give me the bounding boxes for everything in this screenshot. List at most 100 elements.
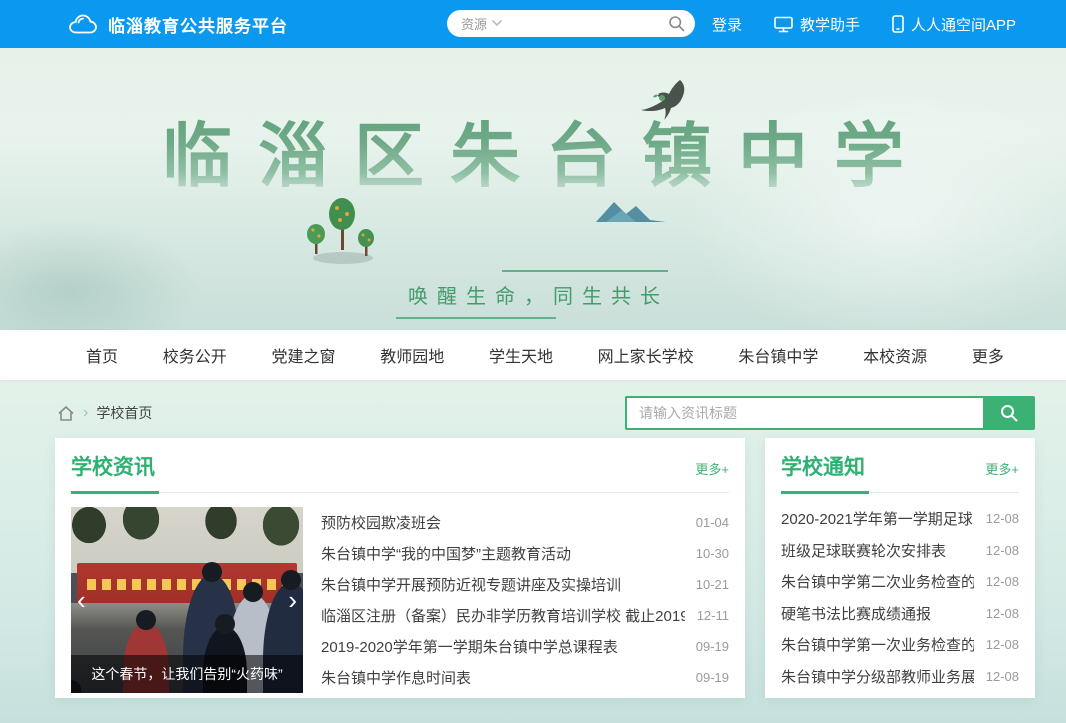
home-icon[interactable] (57, 405, 75, 422)
monitor-icon (774, 16, 793, 33)
notice-item-date: 12-08 (986, 543, 1019, 558)
breadcrumb-current[interactable]: 学校首页 (96, 403, 152, 423)
nav-item[interactable]: 网上家长学校 (598, 343, 694, 367)
news-panel-body: ‹ › 这个春节，让我们告别“火药味” 预防校园欺凌班会 01-04 (71, 507, 729, 693)
news-panel-title: 学校资讯 (71, 451, 155, 481)
news-item[interactable]: 朱台镇中学开展预防近视专题讲座及实操培训 10-21 (321, 569, 729, 600)
news-item-title: 朱台镇中学开展预防近视专题讲座及实操培训 (321, 574, 684, 595)
news-item-date: 01-04 (696, 515, 729, 530)
teaching-assistant-link[interactable]: 教学助手 (774, 14, 860, 35)
brand-logo[interactable]: 临淄教育公共服务平台 (68, 0, 288, 48)
nav-item[interactable]: 学生天地 (489, 343, 553, 367)
renrentong-app-label: 人人通空间APP (911, 14, 1016, 35)
news-item-date: 09-19 (696, 670, 729, 685)
mountains-illustration (596, 198, 666, 224)
notice-item-title: 朱台镇中学第一次业务检查的 (781, 634, 974, 655)
news-panel: 学校资讯 更多+ (55, 438, 745, 698)
notice-panel-divider (781, 492, 1019, 493)
notice-item-date: 12-08 (986, 669, 1019, 684)
nav-item[interactable]: 本校资源 (863, 343, 927, 367)
teaching-assistant-label: 教学助手 (800, 14, 860, 35)
news-item[interactable]: 临淄区注册（备案）民办非学历教育培训学校 截止2019 12-11 (321, 600, 729, 631)
search-category-dropdown[interactable]: 资源 (461, 14, 502, 33)
news-search-input[interactable] (625, 396, 983, 430)
notice-item-date: 12-08 (986, 511, 1019, 526)
notice-item[interactable]: 2020-2021学年第一学期足球 12-08 (781, 503, 1019, 535)
cloud-logo-icon (68, 14, 98, 35)
notice-item-title: 班级足球联赛轮次安排表 (781, 540, 974, 561)
nav-item[interactable]: 首页 (86, 343, 118, 367)
news-item-title: 朱台镇中学“我的中国梦”主题教育活动 (321, 543, 684, 564)
breadcrumb-chevron-icon: › (83, 405, 88, 421)
notice-item-title: 朱台镇中学第二次业务检查的 (781, 571, 974, 592)
news-item[interactable]: 2019-2020学年第一学期朱台镇中学总课程表 09-19 (321, 631, 729, 662)
topbar: 临淄教育公共服务平台 资源 登录 (0, 0, 1066, 48)
carousel-caption: 这个春节，让我们告别“火药味” (71, 655, 303, 693)
notice-item-date: 12-08 (986, 606, 1019, 621)
notice-item-title: 硬笔书法比赛成绩通报 (781, 603, 974, 624)
school-name-title: 临淄区朱台镇中学 (0, 100, 1066, 201)
news-more-link[interactable]: 更多+ (695, 459, 729, 478)
notice-panel: 学校通知 更多+ 2020-2021学年第一学期足球 12-08 班级足球联赛轮… (765, 438, 1035, 698)
slogan-top-line (502, 270, 668, 272)
notice-item[interactable]: 朱台镇中学分级部教师业务展 12-08 (781, 661, 1019, 693)
trees-illustration (303, 196, 383, 268)
brand-title: 临淄教育公共服务平台 (108, 12, 288, 37)
notice-item-date: 12-08 (986, 574, 1019, 589)
news-item-title: 临淄区注册（备案）民办非学历教育培训学校 截止2019 (321, 605, 685, 626)
notice-item[interactable]: 朱台镇中学第二次业务检查的 12-08 (781, 566, 1019, 598)
news-item[interactable]: 朱台镇中学“我的中国梦”主题教育活动 10-30 (321, 538, 729, 569)
news-item-title: 2019-2020学年第一学期朱台镇中学总课程表 (321, 636, 684, 657)
news-item-title: 朱台镇中学作息时间表 (321, 667, 684, 688)
swallow-bird-icon (636, 78, 694, 124)
header-search[interactable]: 资源 (447, 10, 695, 37)
renrentong-app-link[interactable]: 人人通空间APP (892, 14, 1016, 35)
news-item-date: 09-19 (696, 639, 729, 654)
topbar-links: 登录 教学助手 人人通空间APP (712, 0, 1016, 48)
news-list: 预防校园欺凌班会 01-04 朱台镇中学“我的中国梦”主题教育活动 10-30 … (321, 507, 729, 693)
hero-banner: 临淄区朱台镇中学 (0, 48, 1066, 330)
login-link[interactable]: 登录 (712, 14, 742, 35)
slogan-box: 唤醒生命，同生共长 (408, 280, 658, 309)
chevron-down-icon (492, 20, 502, 27)
news-panel-divider (71, 492, 729, 493)
news-item-date: 10-30 (696, 546, 729, 561)
nav-item[interactable]: 党建之窗 (271, 343, 335, 367)
breadcrumb-row: › 学校首页 (0, 380, 1066, 430)
nav-item[interactable]: 朱台镇中学 (738, 343, 818, 367)
page: 临淄教育公共服务平台 资源 登录 (0, 0, 1066, 723)
news-carousel[interactable]: ‹ › 这个春节，让我们告别“火药味” (71, 507, 303, 693)
carousel-next-button[interactable]: › (282, 585, 303, 615)
search-icon[interactable] (668, 15, 685, 32)
notice-item[interactable]: 硬笔书法比赛成绩通报 12-08 (781, 598, 1019, 630)
breadcrumb: › 学校首页 (57, 403, 152, 423)
slogan-bottom-line (396, 317, 556, 319)
search-icon (1000, 404, 1018, 422)
notice-list: 2020-2021学年第一学期足球 12-08 班级足球联赛轮次安排表 12-0… (781, 503, 1019, 692)
photo-red-banner (77, 563, 297, 605)
search-category-value: 资源 (461, 14, 487, 33)
slogan-text: 唤醒生命，同生共长 (408, 280, 658, 309)
news-item-date: 10-21 (696, 577, 729, 592)
smartphone-icon (892, 15, 904, 33)
panels: 学校资讯 更多+ (0, 438, 1066, 698)
notice-more-link[interactable]: 更多+ (985, 459, 1019, 478)
news-panel-header: 学校资讯 更多+ (71, 451, 729, 481)
notice-item-title: 2020-2021学年第一学期足球 (781, 508, 974, 529)
notice-item[interactable]: 班级足球联赛轮次安排表 12-08 (781, 535, 1019, 567)
nav-item[interactable]: 校务公开 (163, 343, 227, 367)
notice-item-title: 朱台镇中学分级部教师业务展 (781, 666, 974, 687)
notice-panel-header: 学校通知 更多+ (781, 451, 1019, 481)
login-label: 登录 (712, 14, 742, 35)
main-nav: 首页 校务公开 党建之窗 教师园地 学生天地 网上家长学校 朱台镇中学 本校资源… (0, 330, 1066, 380)
news-item[interactable]: 预防校园欺凌班会 01-04 (321, 507, 729, 538)
notice-item[interactable]: 朱台镇中学第一次业务检查的 12-08 (781, 629, 1019, 661)
news-item-date: 12-11 (697, 608, 729, 623)
news-search (625, 396, 1035, 430)
news-search-button[interactable] (983, 396, 1035, 430)
nav-item[interactable]: 教师园地 (380, 343, 444, 367)
news-item-title: 预防校园欺凌班会 (321, 512, 684, 533)
carousel-prev-button[interactable]: ‹ (71, 585, 92, 615)
news-item[interactable]: 朱台镇中学作息时间表 09-19 (321, 662, 729, 693)
nav-item[interactable]: 更多 (972, 343, 1004, 367)
